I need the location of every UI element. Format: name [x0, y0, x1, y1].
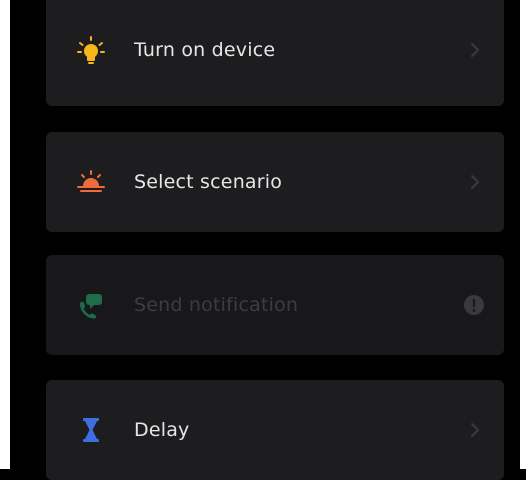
- action-label: Turn on device: [134, 39, 276, 61]
- action-list-screen: Turn on device Select scenario Send noti…: [0, 0, 526, 480]
- hourglass-icon: [76, 415, 106, 445]
- left-border: [0, 0, 10, 469]
- action-turn-on-device[interactable]: Turn on device: [46, 0, 504, 106]
- chevron-right-icon: [468, 172, 482, 192]
- action-send-notification[interactable]: Send notification: [46, 255, 504, 355]
- phone-notification-icon: [76, 290, 106, 320]
- chevron-right-icon: [468, 40, 482, 60]
- action-label: Select scenario: [134, 171, 283, 193]
- action-label: Delay: [134, 419, 190, 441]
- chevron-right-icon: [468, 420, 482, 440]
- right-border: [520, 0, 526, 469]
- lightbulb-icon: [76, 35, 106, 65]
- info-icon[interactable]: [462, 293, 486, 317]
- action-select-scenario[interactable]: Select scenario: [46, 132, 504, 232]
- action-delay[interactable]: Delay: [46, 380, 504, 480]
- action-label: Send notification: [134, 294, 299, 316]
- sunrise-icon: [76, 167, 106, 197]
